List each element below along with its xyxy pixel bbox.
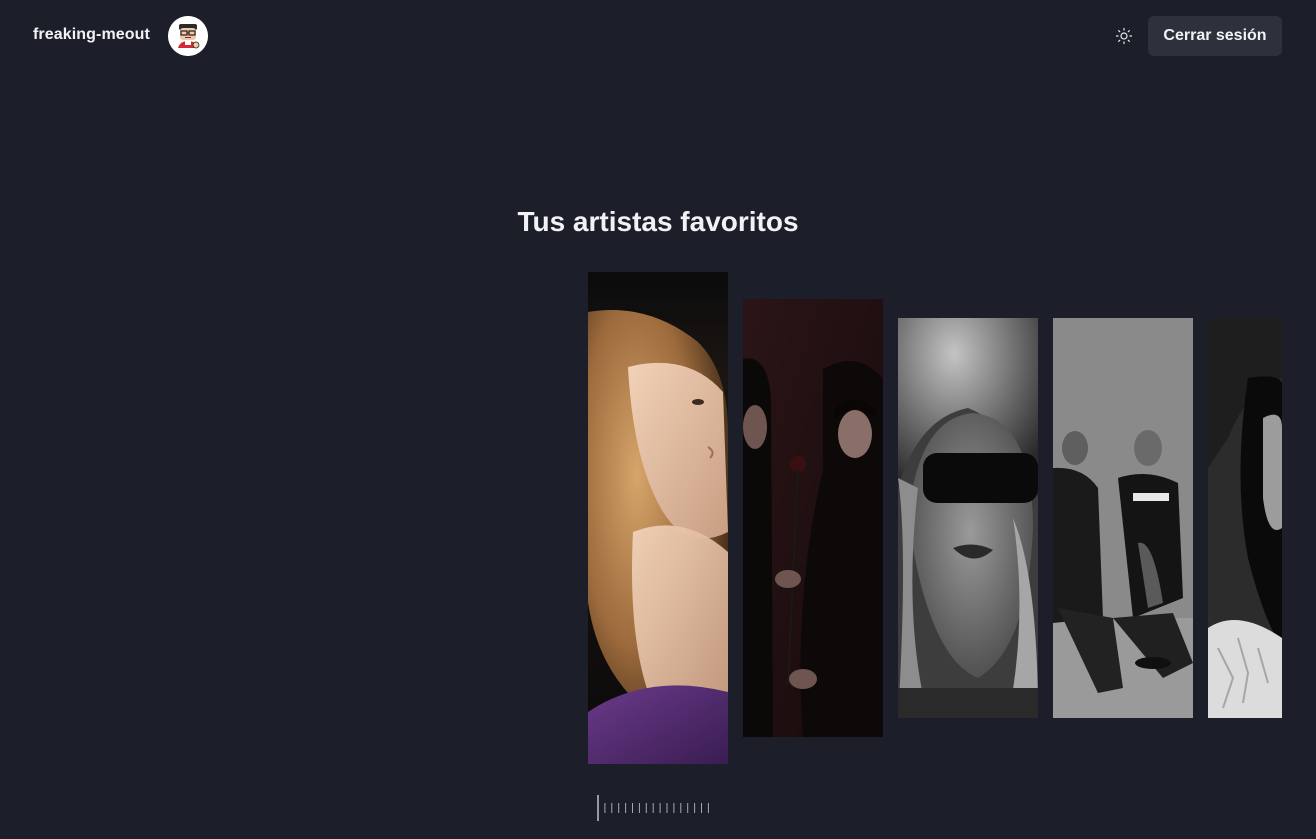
artist-card[interactable] <box>898 318 1038 718</box>
top-bar: freaking-meout Cerrar sesión <box>0 0 1316 72</box>
artist-photo-woman-sunglasses <box>898 318 1038 718</box>
artist-photo-woman-blonde-curls <box>588 272 728 764</box>
artist-photo-duo-with-rose <box>743 299 883 737</box>
artist-gallery <box>0 0 1316 839</box>
artist-card[interactable] <box>743 299 883 737</box>
artist-card[interactable] <box>588 272 728 764</box>
theme-toggle-button[interactable] <box>1112 24 1136 48</box>
artist-card[interactable] <box>1208 318 1282 718</box>
logout-button[interactable]: Cerrar sesión <box>1148 16 1282 56</box>
avatar[interactable] <box>168 16 208 56</box>
carousel-scrubber[interactable] <box>596 795 716 821</box>
username[interactable]: freaking-meout <box>33 26 150 44</box>
page-title: Tus artistas favoritos <box>517 206 799 237</box>
cartoon-avatar-icon <box>168 16 208 56</box>
artist-card[interactable] <box>1053 318 1193 718</box>
sun-icon <box>1115 27 1133 45</box>
artist-photo-band-seated <box>1053 318 1193 718</box>
carousel-tick-marks <box>597 795 709 821</box>
artist-photo-woman-dark-hair <box>1208 318 1282 718</box>
